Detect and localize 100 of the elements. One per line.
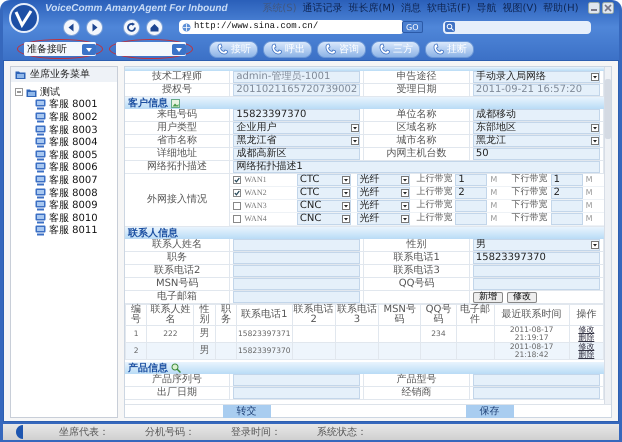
input-field[interactable]: 成都高新区 — [233, 148, 360, 160]
go-button[interactable]: GO — [402, 21, 422, 33]
field-label: 上行带宽 — [416, 175, 452, 185]
input-field[interactable]: 15823397370 — [233, 109, 360, 121]
select-field[interactable]: 光纤 — [356, 213, 410, 225]
input-field[interactable] — [455, 213, 488, 225]
action-link[interactable]: 修改 — [578, 325, 594, 334]
input-field[interactable]: 2 — [455, 187, 488, 199]
input-field[interactable] — [233, 278, 360, 290]
input-field[interactable] — [233, 374, 360, 386]
small-button[interactable]: 修改 — [506, 292, 537, 302]
select-field[interactable]: 光纤 — [356, 200, 410, 212]
tree-item[interactable]: 客服 8003 — [49, 124, 98, 136]
folder-icon — [26, 86, 37, 98]
input-field[interactable]: 15823397370 — [472, 252, 600, 264]
tree-item[interactable]: 客服 8004 — [49, 137, 98, 148]
select-field[interactable]: 企业用户 — [233, 122, 360, 134]
section-title: 产品信息 — [128, 362, 168, 374]
input-field[interactable]: 网络拓扑描述1 — [233, 161, 600, 173]
input-field[interactable] — [472, 374, 600, 386]
field-label: 性别 — [364, 239, 470, 251]
field-label: 详细地址 — [125, 148, 230, 160]
select-field[interactable]: CNC — [296, 200, 351, 212]
checkbox[interactable] — [233, 202, 242, 210]
input-field[interactable] — [472, 278, 600, 290]
input-field[interactable] — [233, 252, 360, 264]
tree-item[interactable]: 客服 8009 — [49, 200, 98, 212]
action-button[interactable]: 转交 — [222, 404, 270, 418]
tree-item[interactable]: 客服 8006 — [49, 162, 98, 174]
input-field[interactable] — [233, 387, 360, 399]
column-header: 联系电话3 — [335, 304, 379, 326]
tree-item[interactable]: 客服 8007 — [49, 174, 98, 186]
field-label: 区域名称 — [364, 122, 470, 134]
phone-icon — [432, 43, 444, 55]
input-field[interactable]: 1 — [455, 174, 488, 186]
field-label: 产品序列号 — [125, 374, 230, 386]
field-label: 上行带宽 — [416, 188, 452, 198]
field-label: 技术工程师 — [125, 71, 230, 83]
checkbox-label: WAN3 — [244, 202, 267, 210]
input-field[interactable] — [233, 291, 360, 303]
select-field[interactable]: 手动录入局网络 — [472, 71, 600, 83]
sidebar-title: 坐席业务菜单 — [30, 69, 90, 80]
input-field[interactable]: 1 — [550, 174, 583, 186]
select-field[interactable]: 光纤 — [356, 187, 410, 199]
select-field[interactable]: 男 — [472, 239, 600, 251]
input-field[interactable]: 2 — [550, 187, 583, 199]
field-label: 单位名称 — [364, 109, 470, 121]
input-field[interactable] — [550, 200, 583, 212]
action-button[interactable]: 保存 — [466, 404, 514, 418]
tree-item[interactable]: 测试 — [40, 86, 60, 98]
tree-item[interactable]: 客服 8011 — [49, 225, 98, 236]
refresh-button[interactable] — [123, 18, 140, 36]
field-label: 下行带宽 — [512, 214, 548, 224]
monitor-icon — [35, 162, 46, 174]
close-button[interactable] — [602, 2, 614, 14]
field-label: 下行带宽 — [512, 175, 548, 185]
input-field[interactable] — [472, 387, 600, 399]
status-label: 登录时间： — [231, 426, 281, 438]
input-field[interactable] — [472, 265, 600, 277]
status-select[interactable]: 准备接听 — [24, 42, 96, 56]
dropdown-field[interactable] — [116, 42, 186, 56]
back-button[interactable] — [63, 18, 80, 36]
checkbox[interactable] — [233, 215, 242, 223]
select-field[interactable]: CTC — [296, 187, 351, 199]
knob-icon — [15, 425, 23, 439]
checked-checkbox[interactable] — [233, 176, 242, 184]
tree-item[interactable]: 客服 8008 — [49, 188, 98, 199]
input-field[interactable] — [550, 213, 583, 225]
action-link[interactable]: 修改 — [578, 342, 594, 351]
forward-button[interactable] — [86, 18, 103, 36]
select-field[interactable]: CNC — [296, 213, 351, 225]
field-label: 出厂日期 — [125, 387, 230, 399]
select-field[interactable]: 黑龙江 — [472, 135, 600, 147]
checkbox-label: WAN2 — [244, 188, 267, 198]
scrollbar[interactable] — [604, 67, 611, 404]
search-field[interactable] — [442, 20, 590, 34]
select-field[interactable]: 光纤 — [356, 174, 410, 186]
address-field[interactable]: http://www.sina.com.cn/ — [179, 20, 404, 34]
input-field[interactable]: 50 — [472, 148, 600, 160]
tree-item[interactable]: 客服 8005 — [49, 150, 98, 161]
input-field[interactable] — [233, 265, 360, 277]
monitor-icon — [35, 212, 46, 224]
collapse-icon[interactable] — [15, 88, 23, 96]
home-button[interactable] — [146, 18, 163, 36]
select-field[interactable]: 东部地区 — [472, 122, 600, 134]
small-button[interactable]: 新增 — [472, 292, 503, 302]
select-field[interactable]: 黑龙江省 — [233, 135, 360, 147]
input-field[interactable] — [455, 200, 488, 212]
input-field[interactable] — [233, 239, 360, 251]
input-field[interactable]: 成都移动 — [472, 109, 600, 121]
select-field[interactable]: CTC — [296, 174, 351, 186]
field-label: 上行带宽 — [416, 201, 452, 211]
tree-item[interactable]: 客服 8010 — [49, 212, 98, 224]
scrollbar-thumb[interactable] — [605, 79, 611, 139]
field-label: 外网接入情况 — [147, 194, 208, 206]
minimize-button[interactable] — [588, 2, 600, 14]
tree-item[interactable]: 客服 8002 — [49, 112, 98, 123]
column-header: 性别 — [194, 304, 216, 326]
tree-item[interactable]: 客服 8001 — [49, 99, 98, 110]
checked-checkbox[interactable] — [233, 189, 242, 197]
